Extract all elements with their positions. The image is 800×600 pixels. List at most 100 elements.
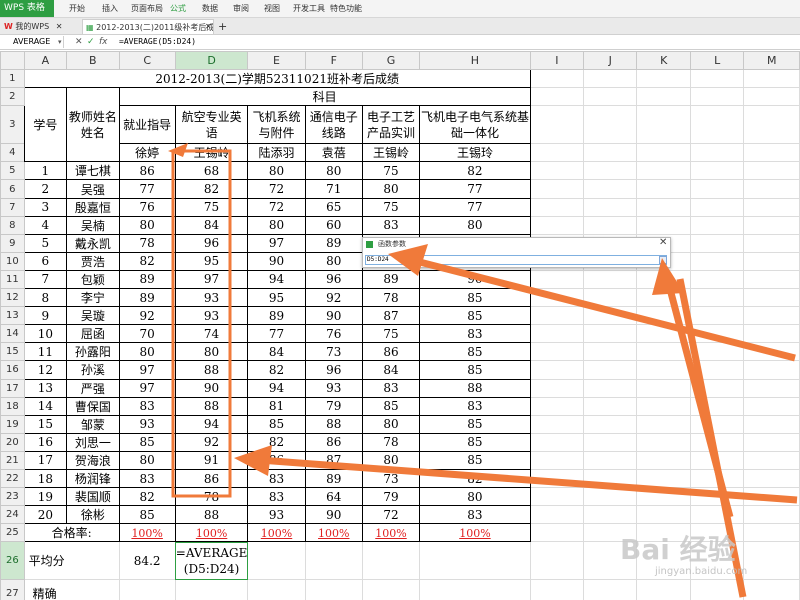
student-number-cell[interactable]: 10 [23,324,68,344]
row-header[interactable]: 24 [0,505,25,525]
subject-name[interactable]: 飞机系统与附件 [247,105,306,145]
cell[interactable] [583,179,638,199]
cell[interactable] [174,579,249,600]
student-name-cell[interactable]: 屈函 [66,324,120,344]
cell[interactable] [689,396,745,416]
column-header[interactable]: E [247,51,306,71]
score-cell[interactable]: 83 [247,487,306,507]
row-header[interactable]: 7 [0,197,25,217]
cell[interactable] [583,215,638,235]
cell[interactable] [419,579,531,600]
cell[interactable] [636,450,691,470]
score-cell[interactable]: 97 [118,360,176,380]
row-header[interactable]: 16 [0,360,25,380]
cell[interactable] [743,69,800,89]
score-cell[interactable]: 70 [118,324,176,344]
header-student-no[interactable]: 学号 [23,87,68,163]
student-number-cell[interactable]: 12 [23,360,68,380]
pass-rate-cell[interactable]: 100% [304,523,363,543]
score-cell[interactable]: 72 [247,197,306,217]
score-cell[interactable]: 90 [174,378,249,398]
score-cell[interactable]: 83 [419,396,531,416]
score-cell[interactable]: 72 [247,179,306,199]
column-header[interactable]: B [66,51,120,71]
cell[interactable] [743,450,800,470]
score-cell[interactable]: 88 [304,414,363,434]
pass-rate-cell[interactable]: 100% [361,523,421,543]
cell[interactable] [583,306,638,326]
average-formula-cell[interactable]: =AVERAGE (D5:D24) [174,541,249,581]
insert-function-button[interactable]: fx [99,35,108,49]
score-cell[interactable]: 83 [118,396,176,416]
row-header[interactable]: 6 [0,179,25,199]
row-header[interactable]: 14 [0,324,25,344]
score-cell[interactable]: 78 [174,487,249,507]
row-header[interactable]: 18 [0,396,25,416]
score-cell[interactable]: 94 [174,414,249,434]
student-name-cell[interactable]: 曹保国 [66,396,120,416]
cell[interactable] [689,288,745,308]
score-cell[interactable]: 73 [304,342,363,362]
student-name-cell[interactable]: 孙露阳 [66,342,120,362]
cell[interactable] [529,269,585,290]
score-cell[interactable]: 90 [419,269,531,290]
row-header[interactable]: 8 [0,215,25,235]
score-cell[interactable]: 80 [247,215,306,235]
student-number-cell[interactable]: 13 [23,378,68,398]
column-header[interactable]: J [583,51,638,71]
score-cell[interactable]: 93 [174,306,249,326]
subject-teacher[interactable]: 袁蓓 [304,143,363,163]
student-number-cell[interactable]: 3 [23,197,68,217]
score-cell[interactable]: 80 [118,342,176,362]
student-name-cell[interactable]: 贺海浪 [66,450,120,470]
cell[interactable] [636,324,691,344]
pass-rate-cell[interactable]: 100% [419,523,531,543]
header-subject[interactable]: 科目 [118,87,531,107]
cell[interactable] [419,541,531,581]
score-cell[interactable]: 96 [304,269,363,290]
cell[interactable] [636,161,691,181]
cell[interactable] [529,105,585,145]
row-header[interactable]: 15 [0,342,25,362]
app-menu-button[interactable]: WPS 表格 [0,0,54,17]
cell[interactable] [583,396,638,416]
select-all-corner[interactable] [0,51,25,71]
score-cell[interactable]: 96 [174,233,249,253]
student-number-cell[interactable]: 16 [23,432,68,452]
score-cell[interactable]: 83 [361,215,421,235]
score-cell[interactable]: 83 [247,468,306,489]
cell[interactable] [529,432,585,452]
cell[interactable] [689,432,745,452]
score-cell[interactable]: 80 [361,179,421,199]
score-cell[interactable]: 97 [118,378,176,398]
score-cell[interactable]: 77 [419,197,531,217]
cell[interactable] [689,215,745,235]
score-cell[interactable]: 68 [174,161,249,181]
cell[interactable] [529,143,585,163]
row-header[interactable]: 19 [0,414,25,434]
cell[interactable] [689,450,745,470]
row-header[interactable]: 12 [0,288,25,308]
score-cell[interactable]: 83 [419,505,531,525]
student-name-cell[interactable]: 吴强 [66,179,120,199]
cell[interactable] [636,69,691,89]
cell[interactable] [689,487,745,507]
cell[interactable] [529,360,585,380]
student-number-cell[interactable]: 20 [23,505,68,525]
average-label[interactable]: 平均分 [23,541,120,581]
score-cell[interactable]: 85 [247,414,306,434]
score-cell[interactable]: 85 [419,360,531,380]
row-header[interactable]: 13 [0,306,25,326]
score-cell[interactable]: 93 [247,505,306,525]
pass-rate-label[interactable]: 合格率: [23,523,120,543]
score-cell[interactable]: 75 [174,197,249,217]
cell[interactable] [743,105,800,145]
subject-teacher[interactable]: 王锡岭 [174,143,249,163]
score-cell[interactable]: 80 [361,414,421,434]
row-header[interactable]: 17 [0,378,25,398]
cell[interactable] [743,360,800,380]
row-header[interactable]: 26 [0,541,25,581]
menu-data[interactable]: 数据 [202,0,218,17]
score-cell[interactable]: 89 [118,269,176,290]
subject-teacher[interactable]: 陆添羽 [247,143,306,163]
